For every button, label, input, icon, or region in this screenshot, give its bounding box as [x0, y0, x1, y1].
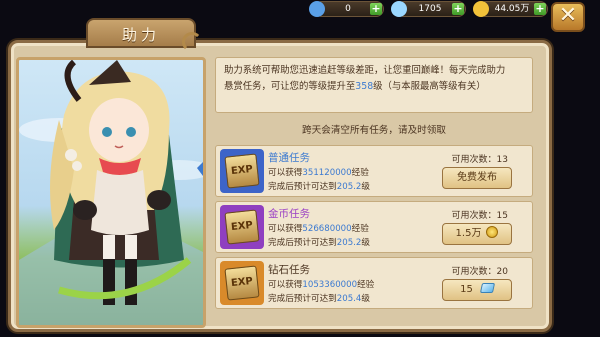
task-uses: 可用次数：15 [452, 208, 508, 221]
task-level-suffix: 级 [361, 182, 370, 192]
task-row-gold: EXP 金币任务 可以获得526680000经验 完成后预计可达到205.2级 … [215, 201, 533, 253]
task-name: 金币任务 [268, 208, 310, 220]
publish-free-button[interactable]: 免费发布 [442, 167, 512, 189]
task-exp-suffix: 经验 [351, 224, 369, 234]
resource-bar: 0 + 1705 + 44.05万 + [300, 0, 550, 18]
resource-value: 0 [345, 4, 351, 14]
task-exp-suffix: 经验 [357, 280, 375, 290]
task-level-value: 205.2 [336, 238, 362, 248]
button-label: 15 [460, 284, 473, 295]
task-exp-suffix: 经验 [351, 168, 369, 178]
resource-value: 44.05万 [494, 4, 530, 14]
task-uses: 可用次数：20 [452, 264, 508, 277]
task-exp-amount: 526680000 [302, 224, 352, 234]
task-name: 普通任务 [268, 152, 310, 164]
task-exp-line: 可以获得1053360000经验 [268, 278, 374, 290]
task-level-suffix: 级 [361, 294, 370, 304]
task-frame: EXP [220, 261, 264, 305]
description-text: 级（与本服最高等级有关） [373, 81, 486, 92]
task-frame: EXP [220, 205, 264, 249]
task-exp-amount: 351120000 [302, 168, 352, 178]
reset-notice: 跨天会清空所有任务，请及时领取 [302, 125, 446, 136]
assist-description: 助力系统可帮助您迅速追赶等级差距，让您重回巅峰！每天完成助力 悬赏任务，可让您的… [215, 57, 533, 113]
gold-coin-icon [486, 226, 499, 238]
task-uses-value: 13 [496, 155, 508, 165]
task-row-normal: EXP 普通任务 可以获得351120000经验 完成后预计可达到205.2级 … [215, 145, 533, 197]
description-line-1: 助力系统可帮助您迅速追赶等级差距，让您重回巅峰！每天完成助力 [224, 65, 506, 76]
task-level-prefix: 完成后预计可达到 [268, 182, 337, 192]
pet-currency-icon [309, 1, 325, 17]
task-exp-line: 可以获得351120000经验 [268, 166, 369, 178]
description-text: 悬赏任务，可让您的等级提升至 [224, 81, 356, 92]
exp-scroll-icon: EXP [224, 265, 260, 301]
diamond-icon [391, 1, 407, 17]
resource-value: 1705 [418, 4, 442, 14]
task-level-value: 205.4 [336, 294, 362, 304]
task-exp-prefix: 可以获得 [268, 280, 303, 290]
exp-scroll-icon: EXP [224, 153, 260, 189]
game-screen: 0 + 1705 + 44.05万 + ✕ 助力 助力系统可帮助您迅速追赶等级差… [0, 0, 600, 337]
task-level-line: 完成后预计可达到205.2级 [268, 236, 370, 248]
tab-assist[interactable]: 助力 [86, 18, 202, 52]
close-button[interactable]: ✕ [551, 2, 585, 32]
panel-title: 助力 [121, 26, 160, 44]
resource-pet-currency: 0 + [309, 1, 384, 17]
resource-diamond: 1705 + [391, 1, 466, 17]
task-level-value: 205.2 [336, 182, 362, 192]
task-exp-line: 可以获得526680000经验 [268, 222, 369, 234]
character-illustration [19, 60, 203, 325]
resource-gold: 44.05万 + [473, 1, 548, 17]
task-level-prefix: 完成后预计可达到 [268, 294, 337, 304]
task-uses: 可用次数：13 [452, 152, 508, 165]
task-level-line: 完成后预计可达到205.4级 [268, 292, 370, 304]
task-uses-label: 可用次数： [451, 211, 497, 221]
task-exp-prefix: 可以获得 [268, 224, 303, 234]
task-level-line: 完成后预计可达到205.2级 [268, 180, 370, 192]
character-portrait [16, 57, 206, 328]
gold-coin-icon [473, 1, 489, 17]
close-icon: ✕ [558, 3, 578, 28]
task-level-prefix: 完成后预计可达到 [268, 238, 337, 248]
exp-badge: EXP [230, 219, 254, 234]
task-level-suffix: 级 [361, 238, 370, 248]
task-row-diamond: EXP 钻石任务 可以获得1053360000经验 完成后预计可达到205.4级… [215, 257, 533, 309]
add-diamond-button[interactable]: + [452, 3, 464, 15]
exp-badge: EXP [230, 163, 254, 178]
publish-diamond-button[interactable]: 15 [442, 279, 512, 301]
task-exp-amount: 1053360000 [302, 280, 358, 290]
task-frame: EXP [220, 149, 264, 193]
add-gold-button[interactable]: + [534, 3, 546, 15]
task-uses-value: 15 [496, 211, 508, 221]
task-uses-label: 可用次数： [451, 155, 497, 165]
task-name: 钻石任务 [268, 264, 310, 276]
publish-gold-button[interactable]: 1.5万 [442, 223, 512, 245]
level-cap-value: 358 [355, 81, 374, 92]
task-uses-label: 可用次数： [451, 267, 497, 277]
task-uses-value: 20 [496, 267, 508, 277]
task-exp-prefix: 可以获得 [268, 168, 303, 178]
add-pet-currency-button[interactable]: + [370, 3, 382, 15]
diamond-icon [479, 283, 495, 293]
exp-badge: EXP [230, 275, 254, 290]
button-label: 1.5万 [455, 228, 482, 239]
description-line-2: 悬赏任务，可让您的等级提升至358级（与本服最高等级有关） [224, 79, 524, 95]
ornament-swirl-icon [182, 32, 202, 52]
exp-scroll-icon: EXP [224, 209, 260, 245]
button-label: 免费发布 [457, 172, 497, 183]
